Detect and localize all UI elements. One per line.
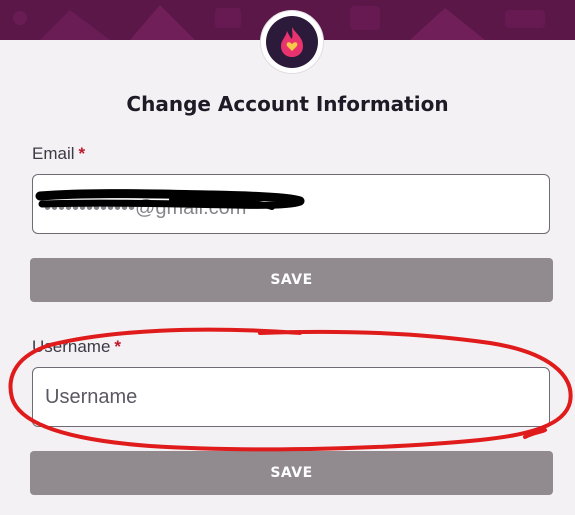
username-field[interactable]: [32, 367, 550, 427]
email-required-marker: *: [78, 144, 86, 163]
email-label: Email: [32, 144, 75, 163]
username-label-row: Username *: [32, 337, 121, 357]
username-label: Username: [32, 337, 111, 356]
save-username-button[interactable]: SAVE: [30, 451, 553, 495]
account-settings-page: Change Account Information Email * ••••••…: [0, 0, 575, 515]
page-title: Change Account Information: [126, 92, 449, 116]
save-email-button[interactable]: SAVE: [30, 258, 553, 302]
logo-badge: [266, 16, 318, 68]
app-logo: [260, 10, 324, 74]
flame-heart-icon: [281, 27, 303, 57]
username-required-marker: *: [114, 337, 122, 356]
email-label-row: Email *: [32, 144, 85, 164]
email-field[interactable]: [32, 174, 550, 234]
